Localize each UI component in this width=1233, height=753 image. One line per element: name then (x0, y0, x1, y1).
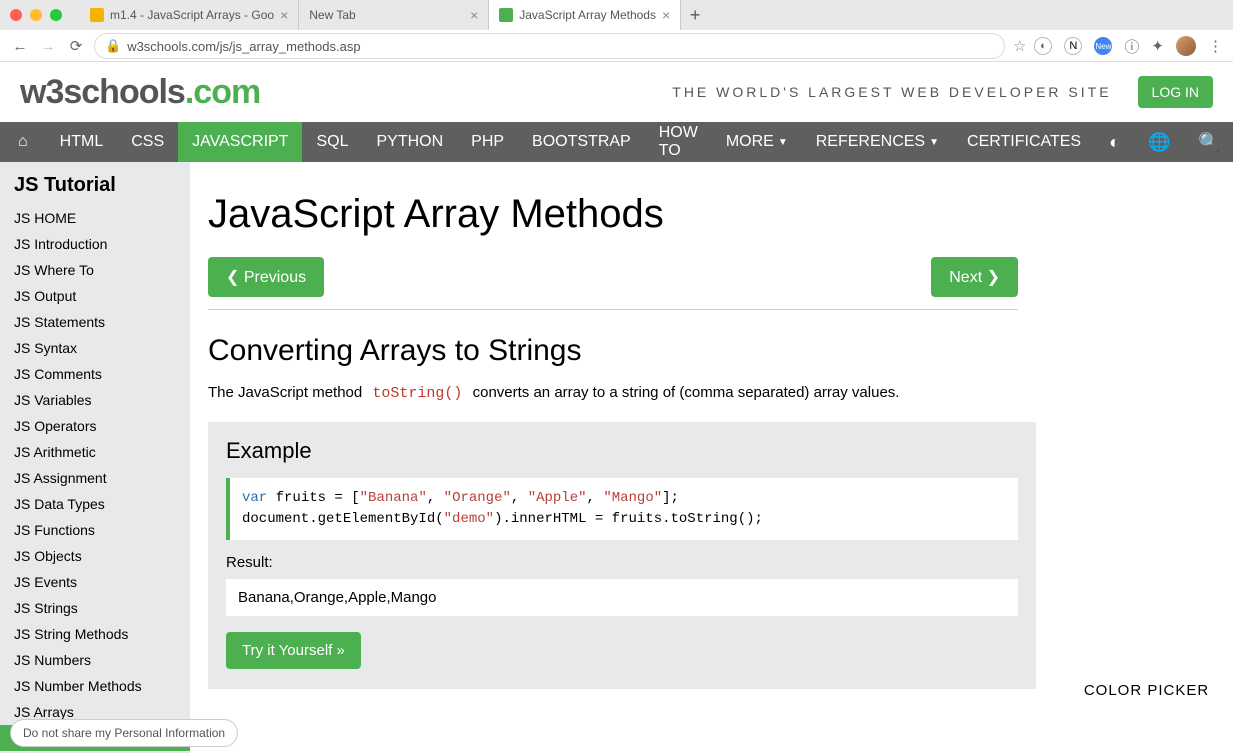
window-maximize[interactable] (50, 9, 62, 21)
nav-php[interactable]: PHP (457, 122, 518, 162)
window-close[interactable] (10, 9, 22, 21)
result-output: Banana,Orange,Apple,Mango (226, 579, 1018, 616)
sidebar-item[interactable]: JS Variables (0, 387, 190, 413)
browser-tab-active[interactable]: JavaScript Array Methods × (489, 0, 681, 30)
sidebar-item[interactable]: JS Strings (0, 595, 190, 621)
sidebar: JS Tutorial JS HOMEJS IntroductionJS Whe… (0, 162, 190, 753)
tab-close-icon[interactable]: × (280, 7, 288, 23)
sidebar-item[interactable]: JS Operators (0, 413, 190, 439)
nav-javascript[interactable]: JAVASCRIPT (178, 122, 302, 162)
next-button[interactable]: Next ❯ (931, 257, 1018, 297)
caret-down-icon: ▼ (929, 137, 939, 148)
star-icon[interactable]: ☆ (1013, 37, 1026, 55)
sidebar-item[interactable]: JS Introduction (0, 231, 190, 257)
nav-references[interactable]: REFERENCES▼ (802, 122, 953, 162)
top-nav: ⌂ HTML CSS JAVASCRIPT SQL PYTHON PHP BOO… (0, 122, 1233, 162)
extension-icon[interactable]: New (1094, 37, 1112, 55)
sidebar-item[interactable]: JS Events (0, 569, 190, 595)
sidebar-item[interactable]: JS Data Types (0, 491, 190, 517)
color-picker-heading: COLOR PICKER (1060, 682, 1233, 699)
logo-suffix: .com (185, 73, 260, 111)
login-button[interactable]: LOG IN (1138, 76, 1213, 108)
dark-mode-icon[interactable]: ◐ (1095, 132, 1134, 153)
tagline: THE WORLD'S LARGEST WEB DEVELOPER SITE (672, 84, 1111, 100)
sidebar-item[interactable]: JS Number Methods (0, 673, 190, 699)
sidebar-item[interactable]: JS HOME (0, 205, 190, 231)
code-block: var fruits = ["Banana", "Orange", "Apple… (226, 478, 1018, 540)
window-controls: m1.4 - JavaScript Arrays - Goo × New Tab… (0, 0, 1233, 30)
nav-bootstrap[interactable]: BOOTSTRAP (518, 122, 645, 162)
nav-sql[interactable]: SQL (302, 122, 362, 162)
section-heading: Converting Arrays to Strings (208, 334, 1060, 368)
site-header: w3schools.com THE WORLD'S LARGEST WEB DE… (0, 62, 1233, 122)
nav-html[interactable]: HTML (46, 122, 118, 162)
previous-button[interactable]: ❮ Previous (208, 257, 324, 297)
inline-code: toString() (366, 384, 468, 403)
example-box: Example var fruits = ["Banana", "Orange"… (208, 422, 1036, 689)
home-icon[interactable]: ⌂ (0, 133, 46, 151)
nav-more[interactable]: MORE▼ (712, 122, 802, 162)
logo-text: w3schools (20, 73, 185, 111)
tab-title: m1.4 - JavaScript Arrays - Goo (110, 8, 274, 22)
privacy-notice[interactable]: Do not share my Personal Information (10, 719, 238, 747)
browser-tab[interactable]: New Tab × (299, 0, 489, 30)
nav-certificates[interactable]: CERTIFICATES (953, 122, 1095, 162)
sidebar-item[interactable]: JS Output (0, 283, 190, 309)
sidebar-heading: JS Tutorial (0, 162, 190, 205)
browser-chrome: m1.4 - JavaScript Arrays - Goo × New Tab… (0, 0, 1233, 62)
extensions-icon[interactable]: ✦ (1151, 37, 1164, 55)
tab-close-icon[interactable]: × (662, 7, 670, 23)
sidebar-item[interactable]: JS String Methods (0, 621, 190, 647)
tab-close-icon[interactable]: × (470, 7, 478, 23)
profile-avatar[interactable] (1176, 36, 1196, 56)
extension-icon[interactable]: N (1064, 37, 1082, 55)
new-tab-button[interactable]: + (681, 1, 709, 29)
main-content: JavaScript Array Methods ❮ Previous Next… (190, 162, 1060, 753)
sidebar-item[interactable]: JS Comments (0, 361, 190, 387)
nav-python[interactable]: PYTHON (362, 122, 457, 162)
forward-button[interactable]: → (38, 38, 58, 55)
window-minimize[interactable] (30, 9, 42, 21)
nav-css[interactable]: CSS (117, 122, 178, 162)
section-description: The JavaScript method toString() convert… (208, 384, 1060, 402)
tab-title: New Tab (309, 8, 355, 22)
tab-title: JavaScript Array Methods (519, 8, 656, 22)
result-label: Result: (226, 554, 1018, 571)
address-bar-row: ← → ⟳ 🔒 w3schools.com/js/js_array_method… (0, 30, 1233, 62)
right-column: COLOR PICKER (1060, 162, 1233, 753)
sidebar-item[interactable]: JS Numbers (0, 647, 190, 673)
sidebar-item[interactable]: JS Arithmetic (0, 439, 190, 465)
example-heading: Example (226, 438, 1018, 464)
w3schools-logo[interactable]: w3schools.com (20, 73, 260, 112)
lock-icon: 🔒 (105, 38, 121, 54)
browser-tab[interactable]: m1.4 - JavaScript Arrays - Goo × (80, 0, 299, 30)
sidebar-item[interactable]: JS Functions (0, 517, 190, 543)
address-bar[interactable]: 🔒 w3schools.com/js/js_array_methods.asp (94, 33, 1005, 59)
gdocs-favicon (90, 8, 104, 22)
sidebar-item[interactable]: JS Syntax (0, 335, 190, 361)
caret-down-icon: ▼ (778, 137, 788, 148)
url-text: w3schools.com/js/js_array_methods.asp (127, 39, 360, 54)
reload-button[interactable]: ⟳ (66, 37, 86, 55)
w3schools-favicon (499, 8, 513, 22)
search-icon[interactable]: 🔍 (1184, 132, 1233, 153)
back-button[interactable]: ← (10, 38, 30, 55)
info-icon[interactable]: ⓘ (1124, 36, 1139, 57)
browser-tabs: m1.4 - JavaScript Arrays - Goo × New Tab… (80, 0, 709, 30)
sidebar-item[interactable]: JS Assignment (0, 465, 190, 491)
sidebar-item[interactable]: JS Where To (0, 257, 190, 283)
extension-icon[interactable]: ◐ (1034, 37, 1052, 55)
try-it-button[interactable]: Try it Yourself » (226, 632, 361, 669)
nav-howto[interactable]: HOW TO (645, 122, 712, 162)
extension-icons: ◐ N New ⓘ ✦ ⋮ (1034, 36, 1223, 57)
sidebar-item[interactable]: JS Statements (0, 309, 190, 335)
divider (208, 309, 1018, 310)
sidebar-item[interactable]: JS Objects (0, 543, 190, 569)
page-title: JavaScript Array Methods (208, 192, 1060, 237)
globe-icon[interactable]: 🌐 (1134, 132, 1184, 153)
menu-icon[interactable]: ⋮ (1208, 37, 1223, 55)
